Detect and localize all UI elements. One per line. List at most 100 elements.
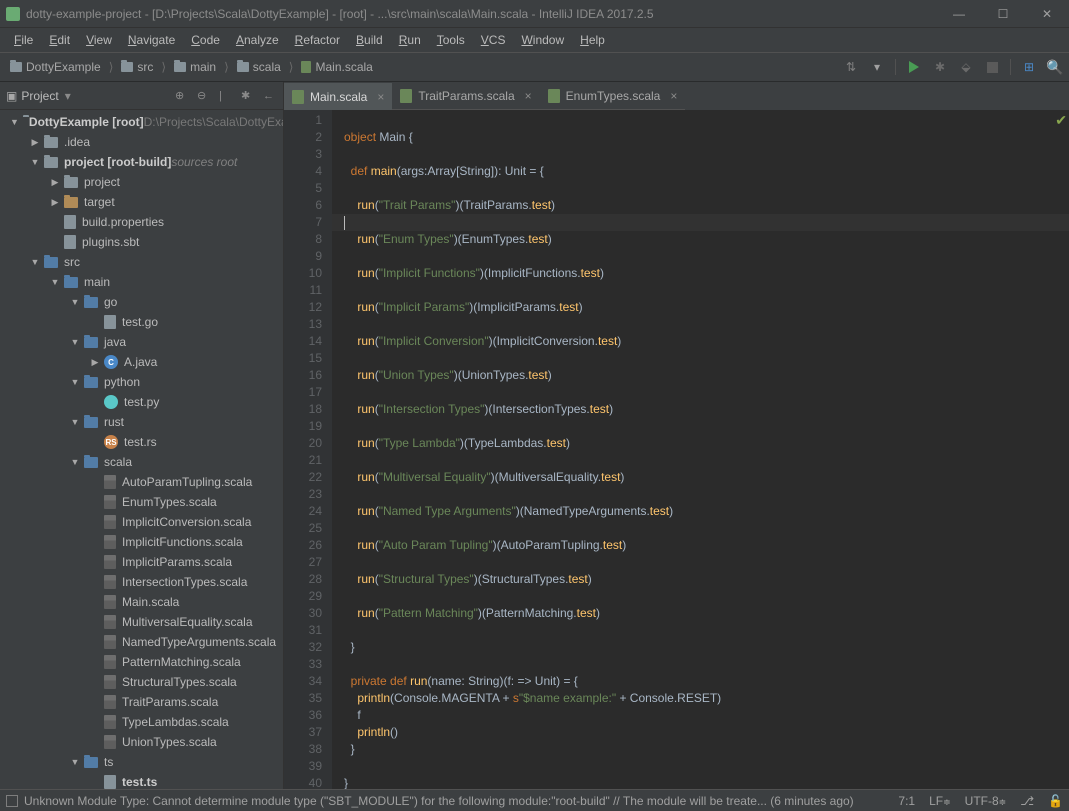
- hide-icon[interactable]: ←: [263, 90, 277, 102]
- code-line[interactable]: [344, 384, 1069, 401]
- chevron-down-icon[interactable]: ▼: [30, 257, 40, 267]
- chevron-right-icon[interactable]: ▶: [50, 177, 60, 188]
- tree-item[interactable]: PatternMatching.scala: [0, 652, 283, 672]
- tree-item[interactable]: RStest.rs: [0, 432, 283, 452]
- chevron-right-icon[interactable]: ▶: [30, 137, 40, 148]
- project-structure-icon[interactable]: ⊞: [1021, 59, 1037, 75]
- chevron-down-icon[interactable]: ▼: [50, 277, 60, 287]
- tree-item[interactable]: test.go: [0, 312, 283, 332]
- code-line[interactable]: [344, 554, 1069, 571]
- menu-code[interactable]: Code: [183, 31, 228, 49]
- code-line[interactable]: println(): [344, 724, 1069, 741]
- tree-item[interactable]: ▶CA.java: [0, 352, 283, 372]
- tool-windows-quick-access-icon[interactable]: [6, 795, 18, 807]
- close-button[interactable]: ✕: [1025, 0, 1069, 28]
- menu-help[interactable]: Help: [572, 31, 613, 49]
- tree-item[interactable]: test.ts: [0, 772, 283, 789]
- editor-tab[interactable]: Main.scala×: [284, 83, 392, 110]
- code-line[interactable]: run("Trait Params")(TraitParams.test): [344, 197, 1069, 214]
- code-line[interactable]: println(Console.MAGENTA + s"$name exampl…: [344, 690, 1069, 707]
- menu-build[interactable]: Build: [348, 31, 391, 49]
- code-editor[interactable]: ✔ 12345678910111213141516171819202122232…: [284, 110, 1069, 789]
- code-line[interactable]: [344, 146, 1069, 163]
- run-config-dropdown[interactable]: ▾: [869, 59, 885, 75]
- line-separator[interactable]: LF≑: [929, 794, 951, 808]
- chevron-down-icon[interactable]: ▼: [30, 157, 40, 167]
- tree-item[interactable]: ▼ts: [0, 752, 283, 772]
- code-line[interactable]: object Main {: [344, 129, 1069, 146]
- minimize-button[interactable]: —: [937, 0, 981, 28]
- code-line[interactable]: [332, 214, 1069, 231]
- tree-item[interactable]: ▼scala: [0, 452, 283, 472]
- tree-item[interactable]: TypeLambdas.scala: [0, 712, 283, 732]
- tree-item[interactable]: ▼src: [0, 252, 283, 272]
- chevron-down-icon[interactable]: ▼: [70, 417, 80, 427]
- tree-item[interactable]: ▼rust: [0, 412, 283, 432]
- code-line[interactable]: run("Auto Param Tupling")(AutoParamTupli…: [344, 537, 1069, 554]
- code-line[interactable]: run("Union Types")(UnionTypes.test): [344, 367, 1069, 384]
- tree-item[interactable]: ▼main: [0, 272, 283, 292]
- code-line[interactable]: [344, 112, 1069, 129]
- coverage-button[interactable]: ⬙: [958, 59, 974, 75]
- tree-item[interactable]: NamedTypeArguments.scala: [0, 632, 283, 652]
- code-line[interactable]: run("Type Lambda")(TypeLambdas.test): [344, 435, 1069, 452]
- code-content[interactable]: object Main { def main(args:Array[String…: [332, 110, 1069, 789]
- tree-item[interactable]: TraitParams.scala: [0, 692, 283, 712]
- tree-item[interactable]: test.py: [0, 392, 283, 412]
- breadcrumb-item[interactable]: main⟩: [170, 58, 233, 76]
- tree-item[interactable]: ▼java: [0, 332, 283, 352]
- code-line[interactable]: [344, 316, 1069, 333]
- code-line[interactable]: private def run(name: String)(f: => Unit…: [344, 673, 1069, 690]
- autoscroll-to-source-icon[interactable]: ⊕: [175, 89, 189, 102]
- breadcrumb-item[interactable]: DottyExample⟩: [6, 58, 117, 76]
- menu-window[interactable]: Window: [513, 31, 572, 49]
- chevron-right-icon[interactable]: ▶: [90, 357, 100, 368]
- code-line[interactable]: run("Enum Types")(EnumTypes.test): [344, 231, 1069, 248]
- search-everywhere-icon[interactable]: 🔍: [1047, 59, 1063, 75]
- code-line[interactable]: }: [344, 639, 1069, 656]
- tree-item[interactable]: ▶target: [0, 192, 283, 212]
- chevron-down-icon[interactable]: ▼: [70, 377, 80, 387]
- menu-vcs[interactable]: VCS: [473, 31, 514, 49]
- tree-item[interactable]: ▼python: [0, 372, 283, 392]
- chevron-down-icon[interactable]: ▼: [70, 457, 80, 467]
- readonly-lock-icon[interactable]: 🔓: [1048, 794, 1063, 808]
- tree-item[interactable]: ▶project: [0, 172, 283, 192]
- menu-navigate[interactable]: Navigate: [120, 31, 183, 49]
- code-line[interactable]: run("Multiversal Equality")(MultiversalE…: [344, 469, 1069, 486]
- code-line[interactable]: [344, 282, 1069, 299]
- menu-edit[interactable]: Edit: [41, 31, 78, 49]
- tree-item[interactable]: ImplicitFunctions.scala: [0, 532, 283, 552]
- code-line[interactable]: [344, 180, 1069, 197]
- code-line[interactable]: [344, 248, 1069, 265]
- breadcrumb-item[interactable]: src⟩: [117, 58, 170, 76]
- editor-tab[interactable]: EnumTypes.scala×: [540, 83, 686, 110]
- menu-run[interactable]: Run: [391, 31, 429, 49]
- code-line[interactable]: run("Pattern Matching")(PatternMatching.…: [344, 605, 1069, 622]
- maximize-button[interactable]: ☐: [981, 0, 1025, 28]
- tree-item[interactable]: plugins.sbt: [0, 232, 283, 252]
- code-line[interactable]: def main(args:Array[String]): Unit = {: [344, 163, 1069, 180]
- tree-item[interactable]: StructuralTypes.scala: [0, 672, 283, 692]
- menu-file[interactable]: File: [6, 31, 41, 49]
- autoscroll-from-source-icon[interactable]: ⊖: [197, 89, 211, 102]
- project-tree[interactable]: ▼DottyExample [root] D:\Projects\Scala\D…: [0, 110, 283, 789]
- code-line[interactable]: [344, 486, 1069, 503]
- tree-item[interactable]: ▼go: [0, 292, 283, 312]
- menu-refactor[interactable]: Refactor: [287, 31, 348, 49]
- git-branch-icon[interactable]: ⎇: [1020, 794, 1034, 808]
- tree-item[interactable]: ▼project [root-build] sources root: [0, 152, 283, 172]
- chevron-down-icon[interactable]: ▼: [70, 337, 80, 347]
- code-line[interactable]: }: [344, 741, 1069, 758]
- run-button[interactable]: [906, 59, 922, 75]
- stop-button[interactable]: [984, 59, 1000, 75]
- code-line[interactable]: [344, 452, 1069, 469]
- project-tool-icon[interactable]: ▣: [6, 89, 17, 103]
- chevron-right-icon[interactable]: ▶: [50, 197, 60, 208]
- menu-tools[interactable]: Tools: [429, 31, 473, 49]
- cursor-position[interactable]: 7:1: [898, 794, 915, 808]
- tree-item[interactable]: ImplicitConversion.scala: [0, 512, 283, 532]
- close-tab-icon[interactable]: ×: [670, 89, 677, 103]
- chevron-down-icon[interactable]: ▼: [10, 117, 19, 127]
- tree-item[interactable]: build.properties: [0, 212, 283, 232]
